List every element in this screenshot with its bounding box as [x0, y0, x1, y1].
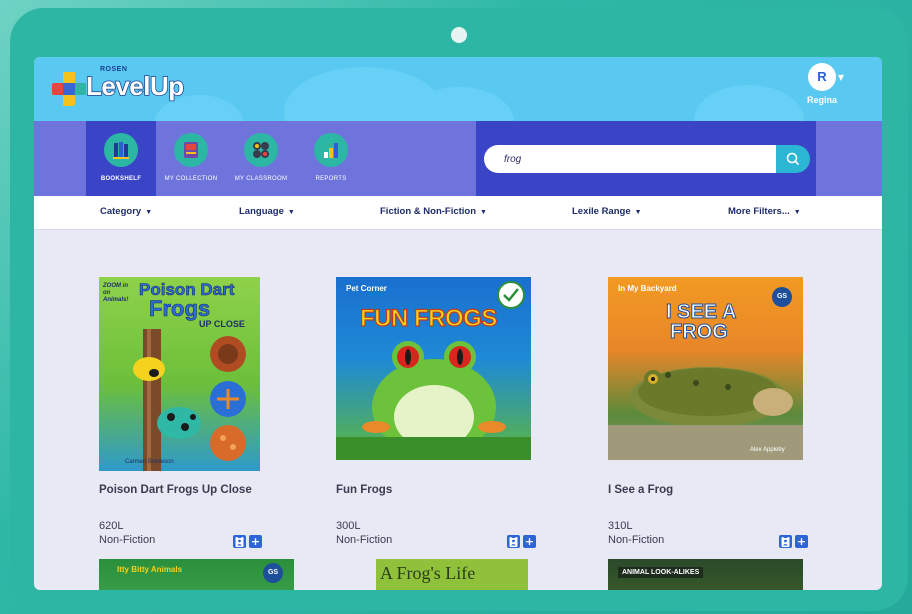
book-card: Pet Corner FUN FROGS Fun Frogs 300L Non-…	[336, 277, 546, 557]
filter-category[interactable]: Category ▼	[100, 206, 152, 217]
assign-button[interactable]	[233, 535, 246, 548]
filter-label: Category	[100, 206, 142, 217]
filter-label: Lexile Range	[572, 206, 631, 217]
filter-label: Language	[239, 206, 284, 217]
chevron-down-icon: ▼	[480, 209, 487, 216]
reports-icon	[314, 133, 348, 167]
book-cover[interactable]: ANIMAL LOOK-ALIKES	[608, 559, 803, 590]
classroom-icon	[244, 133, 278, 167]
bookshelf-icon	[104, 133, 138, 167]
chevron-down-icon: ▼	[634, 209, 642, 216]
book-cover[interactable]: Pet Corner FUN FROGS	[336, 277, 531, 460]
clipboard-user-icon	[235, 536, 244, 547]
book-card: ZOOM in on Animals! Poison Dart Frogs UP…	[99, 277, 309, 557]
cover-title: A Frog's Life	[380, 563, 476, 583]
app-logo[interactable]: ROSEN LevelUp	[52, 66, 202, 110]
search-input[interactable]	[484, 145, 784, 173]
chevron-down-icon: ▼	[793, 209, 801, 216]
book-lexile: 300L	[336, 520, 361, 532]
add-to-collection-button[interactable]: +	[523, 535, 536, 548]
book-lexile: 310L	[608, 520, 633, 532]
tab-my-collection[interactable]: MY COLLECTION	[156, 121, 226, 196]
frog-illustration	[133, 329, 246, 471]
plus-icon: +	[250, 535, 261, 548]
tablet-camera	[451, 27, 467, 43]
book-genre: Non-Fiction	[608, 534, 665, 546]
chevron-down-icon: ▼	[145, 209, 153, 216]
main-nav: BOOKSHELF MY COLLECTION MY CLASSROOM REP…	[34, 121, 882, 196]
filter-label: More Filters...	[728, 206, 790, 217]
clipboard-user-icon	[781, 536, 790, 547]
chevron-down-icon[interactable]: ▼	[838, 73, 844, 82]
add-to-collection-button[interactable]: +	[249, 535, 262, 548]
search-icon	[786, 152, 799, 165]
chevron-down-icon: ▼	[287, 209, 295, 216]
book-card: In My Backyard I SEE A FROG GS Alex Appl…	[608, 277, 818, 557]
logo-wordmark: LevelUp	[85, 70, 185, 102]
filter-language[interactable]: Language ▼	[239, 206, 295, 217]
add-to-collection-button[interactable]: +	[795, 535, 808, 548]
filter-more[interactable]: More Filters... ▼	[728, 206, 801, 217]
cover-author: Carmen Bredeson	[125, 459, 174, 465]
filter-fiction-nonfiction[interactable]: Fiction & Non-Fiction ▼	[380, 206, 487, 217]
book-title[interactable]: Fun Frogs	[336, 484, 392, 496]
app-header: ROSEN LevelUp R ▼ Regina	[34, 57, 882, 121]
cover-badge: GS	[263, 563, 283, 583]
filter-bar: Category ▼ Language ▼ Fiction & Non-Fictio…	[34, 196, 882, 230]
user-menu[interactable]: R ▼ Regina	[798, 63, 846, 105]
tab-label: MY COLLECTION	[164, 176, 218, 182]
plus-icon: +	[524, 535, 535, 548]
book-cover[interactable]: In My Backyard I SEE A FROG GS Alex Appl…	[608, 277, 803, 460]
avatar[interactable]: R	[808, 63, 836, 91]
cover-author: Alex Appleby	[750, 447, 785, 453]
book-genre: Non-Fiction	[99, 534, 156, 546]
tab-bookshelf[interactable]: BOOKSHELF	[86, 121, 156, 196]
book-lexile: 620L	[99, 520, 124, 532]
collection-icon	[174, 133, 208, 167]
tab-label: REPORTS	[315, 176, 347, 182]
search-box	[484, 145, 784, 173]
tab-reports[interactable]: REPORTS	[296, 121, 366, 196]
cover-title: ANIMAL LOOK-ALIKES	[618, 567, 704, 578]
filter-label: Fiction & Non-Fiction	[380, 206, 477, 217]
plus-icon: +	[796, 535, 807, 548]
app-screen: ROSEN LevelUp R ▼ Regina BOOKSHELF MY CO…	[34, 57, 882, 590]
filter-lexile-range[interactable]: Lexile Range ▼	[572, 206, 642, 217]
logo-cross-icon	[52, 72, 86, 106]
tab-label: BOOKSHELF	[100, 176, 142, 182]
frog-illustration	[608, 367, 803, 460]
assign-button[interactable]	[507, 535, 520, 548]
book-title[interactable]: Poison Dart Frogs Up Close	[99, 484, 252, 496]
book-cover[interactable]: A Frog's Life	[376, 559, 528, 590]
search-button[interactable]	[776, 145, 810, 173]
book-cover[interactable]: ZOOM in on Animals! Poison Dart Frogs UP…	[99, 277, 260, 471]
assign-button[interactable]	[779, 535, 792, 548]
cover-title: Itty Bitty Animals	[117, 565, 183, 574]
search-panel	[476, 121, 816, 196]
book-title[interactable]: I See a Frog	[608, 484, 673, 496]
user-name: Regina	[806, 95, 837, 105]
book-genre: Non-Fiction	[336, 534, 393, 546]
tab-label: MY CLASSROOM	[234, 176, 288, 182]
book-cover[interactable]: Itty Bitty Animals GS	[99, 559, 294, 590]
header-cloud	[694, 85, 804, 121]
clipboard-user-icon	[509, 536, 518, 547]
tab-my-classroom[interactable]: MY CLASSROOM	[226, 121, 296, 196]
frog-illustration	[336, 281, 531, 460]
